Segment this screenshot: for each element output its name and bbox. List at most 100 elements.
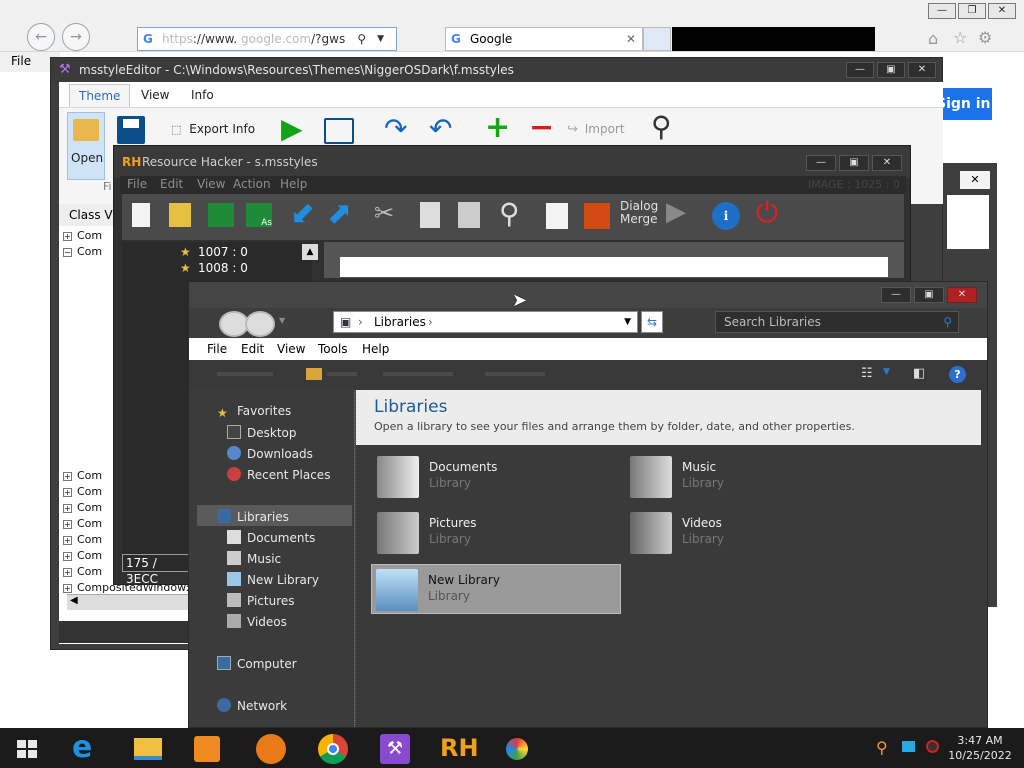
scroll-up-button[interactable]: ▲ — [302, 244, 318, 260]
explorer-address-bar[interactable]: ▣ › Libraries › ▼ — [333, 311, 638, 333]
rh-close-button[interactable]: ✕ — [872, 155, 902, 171]
tree-item[interactable]: + Com — [63, 484, 102, 500]
library-new-library[interactable]: New Library Library — [371, 564, 621, 614]
add-icon[interactable]: + — [485, 110, 510, 145]
rh-menu-action[interactable]: Action — [233, 177, 271, 191]
tab-view[interactable]: View — [132, 86, 178, 104]
search-icon[interactable]: ⚲ — [651, 110, 672, 143]
rh-maximize-button[interactable]: ▣ — [839, 155, 869, 171]
taskbar-app-color[interactable] — [488, 730, 546, 766]
rh-menu-file[interactable]: File — [127, 177, 147, 191]
rh-menu-edit[interactable]: Edit — [160, 177, 183, 191]
help-icon[interactable]: ? — [949, 366, 966, 383]
info-icon[interactable]: i — [712, 202, 740, 230]
chevron-down-icon[interactable]: ▼ — [377, 28, 384, 50]
library-videos[interactable]: Videos Library — [626, 508, 872, 558]
tree-item[interactable]: + Com — [63, 516, 102, 532]
rh-minimize-button[interactable]: — — [806, 155, 836, 171]
tree-item[interactable]: + Com — [63, 468, 102, 484]
chevron-down-icon[interactable]: ▼ — [279, 316, 285, 325]
nav-computer[interactable]: Computer — [217, 656, 297, 671]
nav-desktop[interactable]: Desktop — [227, 425, 297, 440]
chevron-down-icon[interactable]: ▼ — [624, 312, 631, 332]
back-icon[interactable]: ← — [27, 23, 55, 51]
search-icon[interactable]: ⚲ — [357, 28, 366, 50]
mse-maximize-button[interactable]: ▣ — [877, 62, 905, 78]
new-library-button[interactable] — [485, 372, 545, 376]
nav-documents[interactable]: Documents — [227, 530, 315, 545]
volume-tray-icon[interactable] — [926, 740, 939, 753]
rh-menu-help[interactable]: Help — [280, 177, 307, 191]
explorer-close-button[interactable]: ✕ — [947, 287, 977, 303]
tree-item[interactable]: + Com — [63, 564, 102, 580]
browser-close-button[interactable]: ✕ — [988, 3, 1016, 19]
add-image-icon[interactable] — [584, 203, 610, 229]
nav-favorites[interactable]: ★ Favorites — [217, 404, 291, 420]
save-icon[interactable] — [117, 116, 145, 144]
taskbar-resource-hacker[interactable]: RH — [426, 730, 484, 766]
taskbar-msstyle-editor[interactable]: ⚒ — [364, 730, 422, 766]
play-icon[interactable]: ▶ — [666, 197, 686, 227]
taskbar-clock[interactable]: 3:47 AM 10/25/2022 — [940, 733, 1020, 763]
nav-new-library[interactable]: New Library — [227, 572, 319, 587]
close-icon[interactable]: ✕ — [626, 28, 636, 50]
view-options-icon[interactable]: ☷ — [861, 366, 873, 381]
home-icon[interactable]: ⌂ — [928, 29, 938, 48]
redo-icon[interactable]: ↷ — [384, 112, 407, 145]
dialog-merge-button[interactable]: Dialog Merge — [620, 200, 658, 226]
remove-icon[interactable]: − — [529, 110, 554, 145]
new-tab-button[interactable] — [643, 27, 671, 51]
tree-item[interactable]: 1007 : 0 — [198, 245, 248, 259]
tree-item[interactable]: − Com — [63, 244, 102, 260]
nav-videos[interactable]: Videos — [227, 614, 287, 629]
nav-libraries[interactable]: Libraries — [217, 509, 289, 524]
nav-pictures[interactable]: Pictures — [227, 593, 295, 608]
chevron-down-icon[interactable]: ▼ — [883, 367, 890, 377]
browser-minimize-button[interactable]: — — [928, 3, 956, 19]
star-icon[interactable]: ☆ — [953, 28, 967, 47]
new-file-icon[interactable] — [132, 203, 150, 227]
cut-icon[interactable]: ✂ — [374, 199, 394, 227]
copy-icon[interactable] — [420, 202, 440, 228]
explorer-titlebar[interactable]: — ▣ ✕ — [189, 282, 987, 308]
nav-music[interactable]: Music — [227, 551, 281, 566]
taskbar-app-orange[interactable] — [240, 730, 298, 766]
menu-tools[interactable]: Tools — [318, 342, 348, 356]
rh-menu-view[interactable]: View — [197, 177, 225, 191]
taskbar-chrome[interactable] — [302, 730, 360, 766]
open-folder-icon[interactable] — [169, 203, 191, 227]
gear-icon[interactable]: ⚙ — [978, 28, 992, 47]
import-button[interactable]: ↪ Import — [567, 122, 647, 142]
save-as-icon[interactable]: As — [246, 203, 272, 228]
browser-tab-google[interactable]: G Google ✕ — [445, 27, 643, 51]
start-button[interactable] — [0, 730, 54, 766]
organize-button[interactable] — [217, 372, 273, 376]
taskbar-media-player[interactable] — [178, 730, 236, 766]
library-music[interactable]: Music Library — [626, 452, 872, 502]
refresh-icon[interactable]: ⇆ — [641, 311, 663, 333]
search-input[interactable]: Search Libraries ⚲ — [715, 311, 959, 333]
add-resource-icon[interactable] — [546, 203, 568, 229]
play-icon[interactable]: ▶ — [281, 112, 303, 145]
power-icon[interactable]: ⏻ — [756, 196, 778, 230]
preview-pane-icon[interactable]: ◧ — [913, 366, 925, 381]
menu-help[interactable]: Help — [362, 342, 389, 356]
browser-maximize-button[interactable]: ❐ — [958, 3, 986, 19]
tree-item[interactable]: + Com — [63, 532, 102, 548]
nav-recent-places[interactable]: Recent Places — [227, 467, 330, 482]
explorer-minimize-button[interactable]: — — [881, 287, 911, 303]
library-pictures[interactable]: Pictures Library — [373, 508, 619, 558]
tree-item[interactable]: + Com — [63, 548, 102, 564]
paste-icon[interactable] — [458, 202, 480, 228]
network-tray-icon[interactable] — [902, 741, 915, 752]
tree-item[interactable]: + Com — [63, 228, 102, 244]
share-button[interactable] — [383, 372, 453, 376]
taskbar-explorer[interactable] — [118, 730, 176, 766]
horizontal-scrollbar[interactable]: ◀ — [67, 594, 197, 610]
arrow-up-right-icon[interactable]: ⬈ — [327, 196, 352, 231]
tab-info[interactable]: Info — [182, 86, 223, 104]
nav-network[interactable]: Network — [217, 698, 287, 713]
tab-theme[interactable]: Theme — [69, 84, 131, 107]
preview-icon[interactable] — [324, 118, 354, 144]
undo-icon[interactable]: ↶ — [429, 112, 452, 145]
